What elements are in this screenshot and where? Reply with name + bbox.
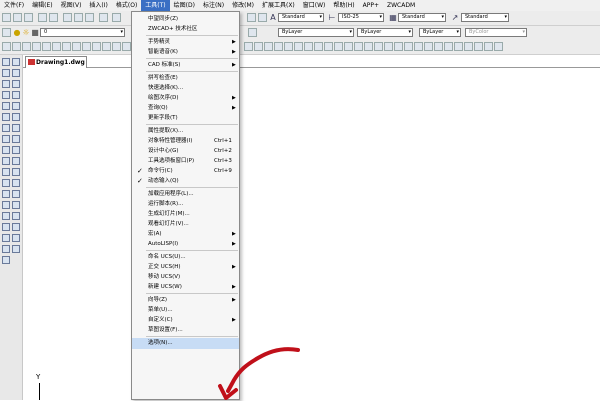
annotation-arrow-shaft [226,347,300,393]
annotation-arrow [218,347,300,400]
